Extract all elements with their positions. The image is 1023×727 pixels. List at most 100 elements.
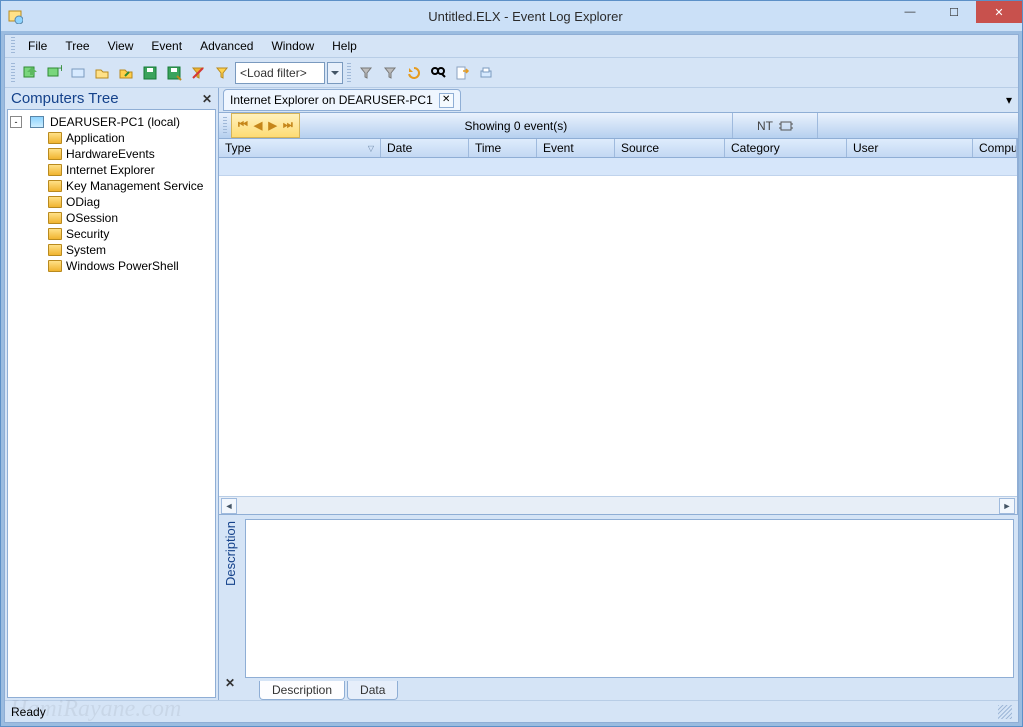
menu-help[interactable]: Help (325, 37, 364, 55)
export-icon[interactable] (451, 62, 473, 84)
tab-description[interactable]: Description (259, 681, 345, 700)
horizontal-scrollbar[interactable]: ◄ ► (219, 496, 1017, 514)
clear-filter-icon[interactable] (187, 62, 209, 84)
toolbar-gripper[interactable] (11, 63, 15, 83)
save-icon[interactable] (139, 62, 161, 84)
description-panel-close-button[interactable]: ✕ (225, 676, 235, 690)
window-minimize-button[interactable] (888, 1, 932, 23)
api-mode-segment: NT (733, 113, 818, 138)
nav-prev-icon[interactable]: ◀ (254, 119, 262, 132)
tree-item-internet-explorer[interactable]: Internet Explorer (10, 162, 213, 178)
column-header-user[interactable]: User (847, 139, 973, 157)
filter-combobox[interactable]: <Load filter> (235, 62, 325, 84)
sort-indicator-icon: ▽ (368, 144, 374, 153)
log-icon (48, 180, 62, 192)
nav-first-icon[interactable]: ⏮ (238, 119, 248, 132)
window-close-button[interactable] (976, 1, 1022, 23)
column-header-date[interactable]: Date (381, 139, 469, 157)
window-maximize-button[interactable] (932, 1, 976, 23)
description-tabs: Description Data (245, 678, 1014, 700)
log-icon (48, 244, 62, 256)
column-header-event[interactable]: Event (537, 139, 615, 157)
event-navigation-toolbar: ⏮ ◀ ▶ ⏭ Showing 0 event(s) NT (219, 112, 1018, 138)
event-count-status: Showing 0 event(s) (300, 113, 733, 138)
open-folder-icon[interactable] (91, 62, 113, 84)
tree-item-application[interactable]: Application (10, 130, 213, 146)
api-nt-label: NT (757, 119, 773, 133)
computers-tree-panel: Computers Tree ✕ - DEARUSER-PC1 (local) … (5, 88, 219, 700)
scroll-left-button[interactable]: ◄ (221, 498, 237, 514)
print-icon[interactable] (475, 62, 497, 84)
nav-next-icon[interactable]: ▶ (268, 119, 276, 132)
nav-last-icon[interactable]: ⏭ (283, 119, 293, 132)
app-icon (1, 8, 29, 24)
find-icon[interactable] (427, 62, 449, 84)
filter-dropdown-button[interactable] (327, 62, 343, 84)
chip-icon (779, 120, 793, 132)
menu-window[interactable]: Window (264, 37, 321, 55)
menubar: File Tree View Event Advanced Window Hel… (5, 35, 1018, 58)
titlebar: Untitled.ELX - Event Log Explorer (1, 1, 1022, 31)
column-header-category[interactable]: Category (725, 139, 847, 157)
log-icon (48, 260, 62, 272)
computers-tree[interactable]: - DEARUSER-PC1 (local) Application Hardw… (7, 109, 216, 698)
nav-toolbar-gripper[interactable] (223, 117, 227, 135)
log-icon (48, 132, 62, 144)
menubar-gripper[interactable] (11, 37, 15, 55)
tree-item-key-management-service[interactable]: Key Management Service (10, 178, 213, 194)
column-header-time[interactable]: Time (469, 139, 537, 157)
computers-tree-title: Computers Tree (11, 90, 119, 107)
description-textarea[interactable] (245, 519, 1014, 678)
computer-icon (30, 116, 44, 128)
tree-item-odiag[interactable]: ODiag (10, 194, 213, 210)
document-tabs: Internet Explorer on DEARUSER-PC1 ✕ ▾ (219, 88, 1018, 112)
grid-header: Type▽ Date Time Event Source Category Us… (219, 138, 1017, 158)
column-header-source[interactable]: Source (615, 139, 725, 157)
log-icon (48, 196, 62, 208)
save-as-icon[interactable] (163, 62, 185, 84)
svg-text:+: + (58, 65, 62, 75)
filter-icon[interactable] (211, 62, 233, 84)
menu-file[interactable]: File (21, 37, 54, 55)
tree-item-system[interactable]: System (10, 242, 213, 258)
column-header-computer[interactable]: Computer (973, 139, 1017, 157)
document-tabs-dropdown[interactable]: ▾ (1000, 93, 1018, 107)
filter-next-icon[interactable] (355, 62, 377, 84)
log-icon (48, 212, 62, 224)
document-tab-close-button[interactable]: ✕ (439, 93, 454, 108)
grid-body[interactable] (219, 176, 1017, 496)
main-toolbar: + <Load filter> (5, 58, 1018, 88)
grid-empty-row (219, 158, 1017, 176)
statusbar: Ready (5, 700, 1018, 722)
tree-item-security[interactable]: Security (10, 226, 213, 242)
scroll-right-button[interactable]: ► (999, 498, 1015, 514)
tree-item-windows-powershell[interactable]: Windows PowerShell (10, 258, 213, 274)
window-title: Untitled.ELX - Event Log Explorer (29, 9, 1022, 24)
event-grid[interactable]: Type▽ Date Time Event Source Category Us… (219, 138, 1018, 514)
log-icon (48, 228, 62, 240)
open-log-icon[interactable] (67, 62, 89, 84)
document-tab-active[interactable]: Internet Explorer on DEARUSER-PC1 ✕ (223, 89, 461, 111)
add-computer-icon[interactable]: + (43, 62, 65, 84)
log-view-panel: Internet Explorer on DEARUSER-PC1 ✕ ▾ ⏮ … (219, 88, 1018, 700)
menu-advanced[interactable]: Advanced (193, 37, 260, 55)
menu-tree[interactable]: Tree (58, 37, 96, 55)
open-file-icon[interactable] (115, 62, 137, 84)
tree-item-hardwareevents[interactable]: HardwareEvents (10, 146, 213, 162)
log-icon (48, 148, 62, 160)
column-header-type[interactable]: Type▽ (219, 139, 381, 157)
tree-item-osession[interactable]: OSession (10, 210, 213, 226)
tree-collapse-toggle[interactable]: - (10, 116, 22, 128)
tree-root-node[interactable]: DEARUSER-PC1 (local) (50, 115, 180, 129)
menu-view[interactable]: View (101, 37, 141, 55)
computers-tree-close-button[interactable]: ✕ (202, 92, 212, 106)
menu-event[interactable]: Event (144, 37, 189, 55)
tab-data[interactable]: Data (347, 681, 398, 700)
new-workspace-icon[interactable] (19, 62, 41, 84)
resize-grip[interactable] (998, 705, 1012, 719)
log-icon (48, 164, 62, 176)
description-panel-title: Description (223, 521, 238, 586)
status-text: Ready (11, 705, 46, 719)
filter-prev-icon[interactable] (379, 62, 401, 84)
refresh-icon[interactable] (403, 62, 425, 84)
